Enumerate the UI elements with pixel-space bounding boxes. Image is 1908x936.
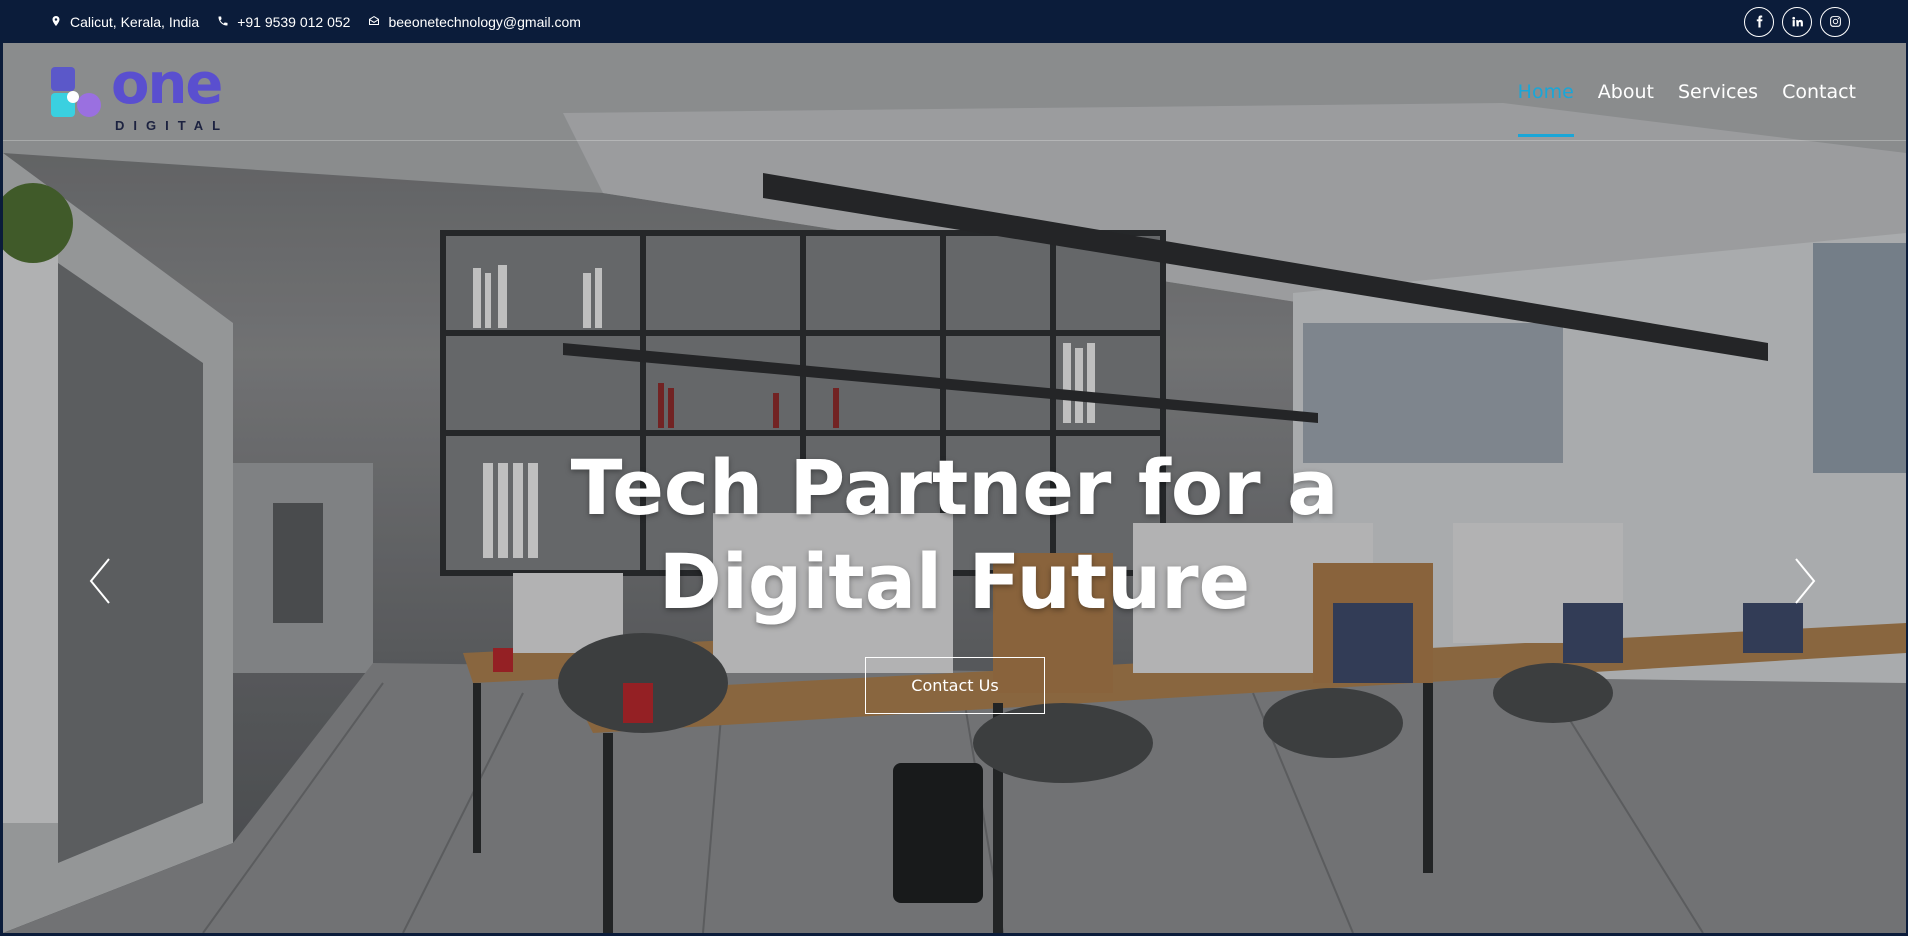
phone-text[interactable]: +91 9539 012 052 [237,14,350,30]
linkedin-icon[interactable] [1782,6,1812,37]
nav-services[interactable]: Services [1678,81,1758,137]
nav-about[interactable]: About [1598,81,1654,137]
logo-mark-icon [51,67,101,117]
email-text[interactable]: beeonetechnology@gmail.com [388,14,580,30]
instagram-icon[interactable] [1820,6,1850,37]
main-nav: Home About Services Contact [1517,81,1856,137]
hero-title-line-1: Tech Partner for a [570,443,1339,532]
email-item[interactable]: beeonetechnology@gmail.com [368,14,581,30]
hero-title-line-2: Digital Future [658,537,1251,626]
site-header: one DIGITAL Home About Services Contact [3,43,1906,141]
hero-title: Tech Partner for a Digital Future [3,441,1906,629]
nav-contact[interactable]: Contact [1782,81,1856,137]
top-info-bar: Calicut, Kerala, India +91 9539 012 052 … [0,0,1908,43]
logo-wordmark: one [111,52,223,117]
envelope-open-icon [368,14,380,30]
facebook-icon[interactable] [1744,6,1774,37]
chevron-right-icon [1795,558,1816,604]
location-text: Calicut, Kerala, India [70,13,200,30]
logo-subtitle: DIGITAL [115,118,230,133]
slider-prev-button[interactable] [81,551,121,611]
location-item: Calicut, Kerala, India [50,14,199,30]
social-links [1744,6,1850,37]
phone-icon [217,14,229,30]
slider-next-button[interactable] [1784,551,1824,611]
phone-item[interactable]: +91 9539 012 052 [217,14,350,30]
brand-logo[interactable]: one DIGITAL [51,57,251,133]
contact-us-button[interactable]: Contact Us [865,657,1045,714]
contact-info: Calicut, Kerala, India +91 9539 012 052 … [50,14,581,30]
location-pin-icon [50,14,62,30]
hero-slider: one DIGITAL Home About Services Contact … [3,43,1906,933]
chevron-left-icon [89,558,110,604]
nav-home[interactable]: Home [1517,81,1574,137]
